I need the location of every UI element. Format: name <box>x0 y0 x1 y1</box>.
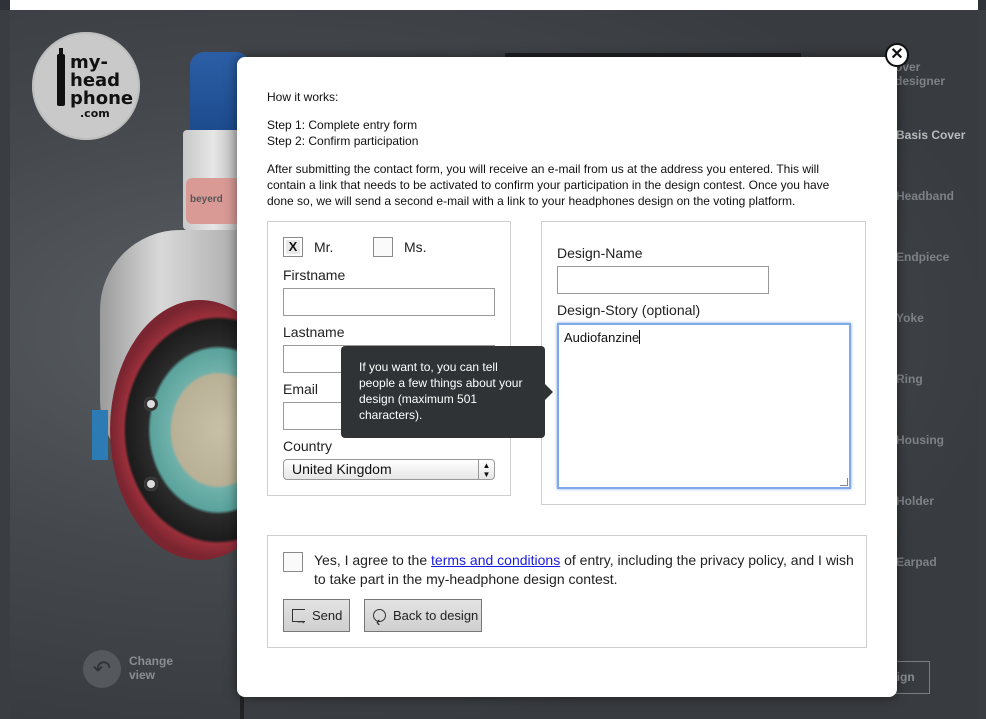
close-modal-button[interactable]: ✕ <box>885 43 909 67</box>
text-caret <box>639 330 641 344</box>
logo-text-line4: .com <box>80 107 110 120</box>
email-label: Email <box>283 381 319 397</box>
lastname-label: Lastname <box>283 324 345 340</box>
close-x-icon: ✕ <box>890 46 904 63</box>
firstname-label: Firstname <box>283 267 346 283</box>
plug-icon <box>57 48 65 106</box>
screw-icon <box>144 397 158 411</box>
design-name-label: Design-Name <box>557 245 643 261</box>
mr-checkbox[interactable]: X <box>283 237 303 257</box>
undo-arrow-icon: ↶ <box>83 650 121 688</box>
entry-form-modal: How it works: Step 1: Complete entry for… <box>237 57 897 697</box>
menu-item-endpiece[interactable]: Endpiece <box>896 250 949 264</box>
agree-terms-checkbox[interactable] <box>283 552 303 572</box>
step-2-text: Step 2: Confirm participation <box>267 134 419 148</box>
ms-checkbox[interactable] <box>373 237 393 257</box>
agree-terms-text: Yes, I agree to the terms and conditions… <box>314 551 854 589</box>
change-view-button[interactable]: ↶ Change view <box>83 650 193 690</box>
back-to-design-label: Back to design <box>393 608 479 623</box>
design-story-tooltip: If you want to, you can tell people a fe… <box>341 346 553 438</box>
country-label: Country <box>283 438 333 454</box>
browser-top-strip <box>0 0 986 10</box>
instructions-paragraph: After submitting the contact form, you w… <box>267 162 830 208</box>
my-headphone-logo[interactable]: my- head phone .com <box>32 32 140 140</box>
country-select-value: United Kingdom <box>292 461 392 477</box>
resize-grip-icon[interactable] <box>840 478 848 486</box>
screw-icon <box>144 477 158 491</box>
menu-item-ring[interactable]: Ring <box>896 372 923 386</box>
back-to-design-button[interactable]: Back to design <box>364 599 482 637</box>
menu-item-yoke[interactable]: Yoke <box>896 311 924 325</box>
agree-text-before: Yes, I agree to the <box>314 552 432 568</box>
how-it-works-heading: How it works: <box>267 90 339 104</box>
country-select[interactable]: United Kingdom ▲ ▼ <box>283 459 495 480</box>
ms-label: Ms. <box>404 239 427 255</box>
headphone-cable <box>240 695 244 719</box>
terms-and-conditions-link[interactable]: terms and conditions <box>431 552 560 568</box>
menu-item-holder[interactable]: Holder <box>896 494 934 508</box>
headphone-endpiece[interactable]: beyerd <box>186 178 240 224</box>
design-story-label: Design-Story (optional) <box>557 302 701 318</box>
design-details-panel: Design-Name Design-Story (optional) Audi… <box>541 221 866 505</box>
design-name-input[interactable] <box>557 266 769 294</box>
menu-item-headband[interactable]: Headband <box>896 189 954 203</box>
design-story-textarea[interactable]: Audiofanzine <box>557 323 851 489</box>
menu-item-basis-cover[interactable]: Basis Cover <box>896 128 965 142</box>
headphone-brand-label: beyerd <box>190 194 223 205</box>
send-icon <box>292 605 307 636</box>
design-story-value: Audiofanzine <box>564 330 640 345</box>
logo-text-line3: phone <box>70 88 134 109</box>
agreement-panel: Yes, I agree to the terms and conditions… <box>267 535 867 648</box>
menu-item-earpad[interactable]: Earpad <box>896 555 937 569</box>
send-button[interactable]: Send <box>283 599 350 636</box>
firstname-input[interactable] <box>283 288 495 316</box>
mr-label: Mr. <box>314 239 334 255</box>
menu-item-housing[interactable]: Housing <box>896 433 944 447</box>
send-button-label: Send <box>312 608 343 623</box>
change-view-label: Change view <box>129 654 174 682</box>
back-arrow-icon <box>373 606 386 637</box>
headphone-holder[interactable] <box>92 410 108 460</box>
select-arrows-icon: ▲ ▼ <box>478 460 494 479</box>
step-1-text: Step 1: Complete entry form <box>267 118 418 132</box>
